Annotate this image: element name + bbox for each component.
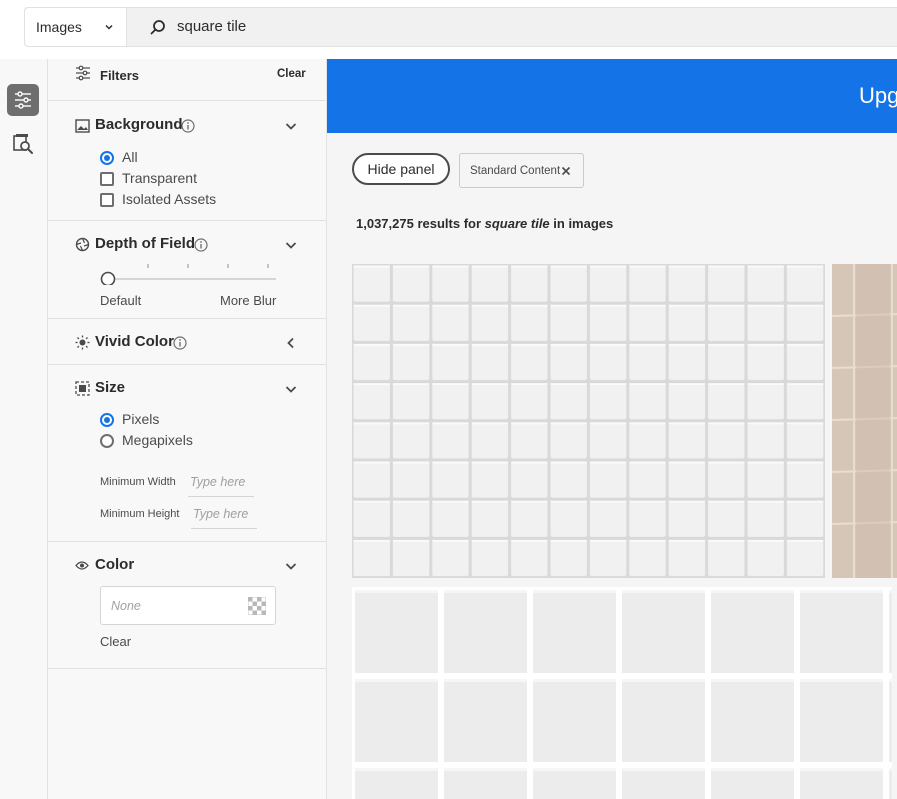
search-icon[interactable] — [149, 19, 167, 37]
transparency-icon[interactable] — [248, 597, 266, 615]
option-label: Isolated Assets — [122, 191, 217, 207]
min-width-label: Minimum Width — [100, 476, 176, 488]
asset-type-dropdown[interactable]: Images — [25, 8, 127, 46]
hide-panel-button[interactable]: Hide panel — [352, 153, 450, 185]
filter-chip[interactable]: Standard Content — [459, 153, 584, 188]
min-height-input[interactable]: Type here — [191, 501, 257, 529]
filters-title: Filters — [100, 68, 140, 83]
filters-icon — [76, 65, 90, 81]
results-text: results for — [413, 216, 485, 231]
clear-color-link[interactable]: Clear — [100, 634, 131, 649]
filter-panel: Filters Clear Background All Transparent… — [48, 59, 327, 799]
clear-filters-link[interactable]: Clear — [277, 68, 306, 80]
asset-type-label: Images — [36, 19, 82, 35]
result-image[interactable] — [352, 264, 825, 578]
slider-handle — [100, 271, 116, 285]
radio-button[interactable] — [100, 413, 114, 427]
min-width-placeholder: Type here — [190, 475, 246, 489]
option-label: Megapixels — [122, 432, 193, 448]
checkbox[interactable] — [100, 172, 114, 186]
results-area: Upg Hide panel Standard Content 1,037,27… — [327, 59, 897, 799]
banner-text: Upg — [859, 83, 897, 108]
info-icon[interactable] — [181, 119, 195, 133]
radio-button[interactable] — [100, 434, 114, 448]
vivid-color-title: Vivid Color — [95, 333, 174, 350]
chevron-down-icon[interactable] — [284, 238, 298, 252]
crop-icon — [75, 381, 90, 396]
color-placeholder: None — [111, 599, 141, 613]
slider-max-label: More Blur — [220, 293, 277, 308]
eye-icon — [75, 561, 89, 570]
checkbox[interactable] — [100, 193, 114, 207]
chevron-down-icon[interactable] — [284, 119, 298, 133]
color-title: Color — [95, 556, 135, 573]
chevron-left-icon[interactable] — [284, 336, 298, 350]
slider-min-label: Default — [100, 293, 142, 308]
depth-of-field-slider[interactable] — [98, 261, 280, 285]
filter-chip-label: Standard Content — [470, 165, 561, 177]
tile-pattern — [352, 264, 825, 578]
info-icon[interactable] — [173, 336, 187, 350]
chevron-down-icon[interactable] — [284, 382, 298, 396]
vivid-color-section: Vivid Color — [48, 319, 326, 365]
upgrade-banner[interactable]: Upg — [327, 59, 897, 133]
tile-pattern — [832, 264, 897, 578]
min-height-label: Minimum Height — [100, 508, 180, 520]
results-query: square tile — [484, 216, 550, 231]
info-icon[interactable] — [194, 238, 208, 252]
image-icon — [75, 119, 90, 133]
depth-of-field-title: Depth of Field — [95, 235, 195, 252]
filters-toggle-button[interactable] — [7, 84, 39, 116]
filters-header: Filters Clear — [48, 59, 326, 101]
radio-button[interactable] — [100, 151, 114, 165]
aperture-icon — [75, 237, 90, 252]
chevron-down-icon — [105, 24, 113, 30]
background-title: Background — [95, 116, 183, 133]
color-section: Color None Clear — [48, 542, 326, 669]
option-label: Transparent — [122, 170, 197, 186]
option-label: Pixels — [122, 411, 160, 427]
search-input[interactable]: square tile — [177, 18, 246, 35]
results-count: 1,037,275 results for square tile in ima… — [356, 216, 613, 231]
result-image[interactable] — [832, 264, 897, 578]
result-image[interactable] — [352, 587, 892, 799]
results-number: 1,037,275 — [356, 216, 414, 231]
left-rail — [0, 59, 48, 799]
chevron-down-icon[interactable] — [284, 559, 298, 573]
similar-search-icon[interactable] — [12, 133, 34, 155]
filters-icon — [15, 91, 31, 109]
option-label: All — [122, 149, 138, 165]
min-height-placeholder: Type here — [193, 507, 249, 521]
size-title: Size — [95, 379, 126, 396]
depth-of-field-section: Depth of Field Default More Blur — [48, 221, 326, 319]
sun-icon — [75, 335, 90, 350]
search-bar: Images square tile — [24, 7, 897, 47]
size-section: Size Pixels Megapixels Minimum Width Typ… — [48, 365, 326, 542]
min-width-input[interactable]: Type here — [188, 469, 254, 497]
background-section: Background All Transparent Isolated Asse… — [48, 101, 326, 221]
color-picker-input[interactable]: None — [100, 586, 276, 625]
top-bar: Images square tile — [0, 0, 897, 59]
close-icon[interactable] — [560, 165, 572, 177]
results-suffix: in images — [549, 216, 614, 231]
tile-pattern — [352, 587, 892, 799]
